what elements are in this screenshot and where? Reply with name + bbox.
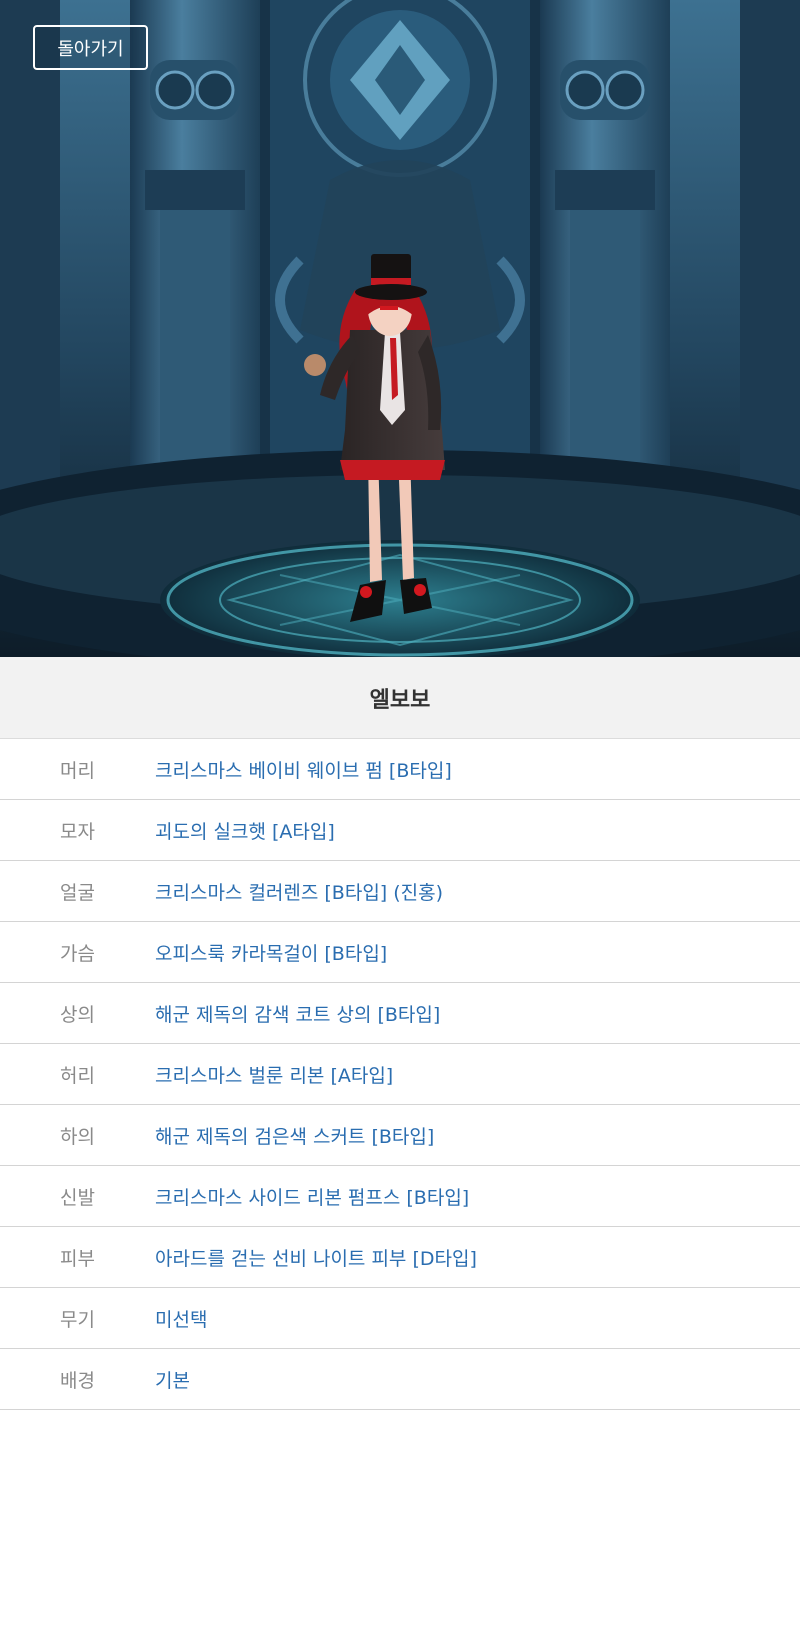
temple-background-illustration [0, 0, 800, 657]
equipment-list: 머리 크리스마스 베이비 웨이브 펌 [B타입] 모자 괴도의 실크햇 [A타입… [0, 739, 800, 1410]
slot-label: 허리 [60, 1064, 95, 1087]
slot-label: 무기 [60, 1308, 95, 1331]
back-button[interactable]: 돌아가기 [33, 25, 148, 70]
item-link[interactable]: 크리스마스 컬러렌즈 [B타입] (진홍) [155, 878, 443, 905]
equipment-row-skin: 피부 아라드를 걷는 선비 나이트 피부 [D타입] [0, 1227, 800, 1288]
item-link[interactable]: 해군 제독의 검은색 스커트 [B타입] [155, 1122, 434, 1149]
item-link[interactable]: 기본 [155, 1366, 190, 1393]
item-link[interactable]: 오피스룩 카라목걸이 [B타입] [155, 939, 387, 966]
item-link[interactable]: 미선택 [155, 1305, 207, 1332]
character-name: 엘보보 [369, 687, 431, 713]
slot-label: 피부 [60, 1247, 95, 1270]
slot-label: 가슴 [60, 942, 95, 965]
equipment-row-bottom: 하의 해군 제독의 검은색 스커트 [B타입] [0, 1105, 800, 1166]
equipment-row-weapon: 무기 미선택 [0, 1288, 800, 1349]
slot-label: 모자 [60, 820, 95, 843]
slot-label: 얼굴 [60, 881, 95, 904]
slot-label: 머리 [60, 759, 95, 782]
item-link[interactable]: 크리스마스 베이비 웨이브 펌 [B타입] [155, 756, 452, 783]
equipment-row-hat: 모자 괴도의 실크햇 [A타입] [0, 800, 800, 861]
equipment-row-shoes: 신발 크리스마스 사이드 리본 펌프스 [B타입] [0, 1166, 800, 1227]
equipment-row-top: 상의 해군 제독의 감색 코트 상의 [B타입] [0, 983, 800, 1044]
equipment-row-face: 얼굴 크리스마스 컬러렌즈 [B타입] (진홍) [0, 861, 800, 922]
equipment-row-chest: 가슴 오피스룩 카라목걸이 [B타입] [0, 922, 800, 983]
character-name-bar: 엘보보 [0, 657, 800, 739]
item-link[interactable]: 괴도의 실크햇 [A타입] [155, 817, 335, 844]
slot-label: 하의 [60, 1125, 95, 1148]
slot-label: 신발 [60, 1186, 95, 1209]
slot-label: 배경 [60, 1369, 95, 1392]
equipment-row-background: 배경 기본 [0, 1349, 800, 1410]
slot-label: 상의 [60, 1003, 95, 1026]
item-link[interactable]: 아라드를 걷는 선비 나이트 피부 [D타입] [155, 1244, 477, 1271]
item-link[interactable]: 크리스마스 사이드 리본 펌프스 [B타입] [155, 1183, 469, 1210]
item-link[interactable]: 크리스마스 벌룬 리본 [A타입] [155, 1061, 393, 1088]
item-link[interactable]: 해군 제독의 감색 코트 상의 [B타입] [155, 1000, 440, 1027]
equipment-row-waist: 허리 크리스마스 벌룬 리본 [A타입] [0, 1044, 800, 1105]
equipment-row-head: 머리 크리스마스 베이비 웨이브 펌 [B타입] [0, 739, 800, 800]
character-preview: 돌아가기 [0, 0, 800, 657]
